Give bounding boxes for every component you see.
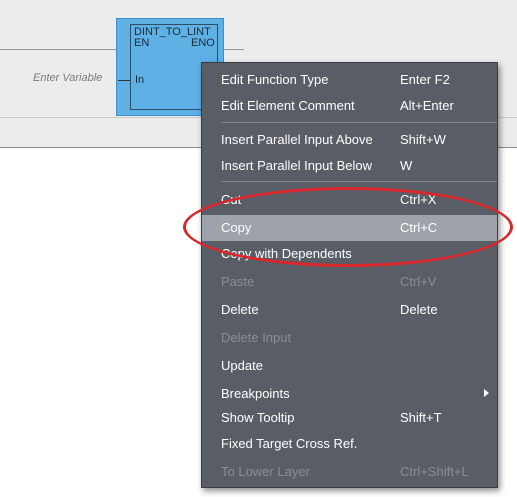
- menu-item-cut[interactable]: Cut Ctrl+X: [202, 187, 497, 213]
- menu-item-shortcut: Shift+T: [400, 410, 442, 425]
- menu-item-insert-parallel-input-above[interactable]: Insert Parallel Input Above Shift+W: [202, 127, 497, 153]
- menu-separator: [221, 181, 497, 182]
- menu-item-edit-element-comment[interactable]: Edit Element Comment Alt+Enter: [202, 93, 497, 119]
- menu-item-update[interactable]: Update: [202, 353, 497, 379]
- menu-item-label: Insert Parallel Input Below: [221, 158, 373, 173]
- menu-item-label: Copy with Dependents: [221, 246, 352, 261]
- menu-separator: [221, 122, 497, 123]
- menu-item-label: Copy: [221, 220, 252, 235]
- pin-in-label: In: [135, 74, 145, 86]
- menu-item-shortcut: Ctrl+V: [400, 274, 437, 289]
- menu-item-label: Edit Function Type: [221, 72, 329, 87]
- menu-item-shortcut: Ctrl+X: [400, 192, 437, 207]
- menu-item-show-tooltip[interactable]: Show Tooltip Shift+T: [202, 405, 497, 431]
- menu-item-label: Paste: [221, 274, 255, 289]
- menu-item-shortcut: Ctrl+Shift+L: [400, 464, 469, 479]
- menu-item-label: Insert Parallel Input Above: [221, 132, 373, 147]
- rung-line-eno: [224, 49, 244, 50]
- menu-item-label: Delete: [221, 302, 259, 317]
- menu-item-fixed-target-cross-ref[interactable]: Fixed Target Cross Ref.: [202, 431, 497, 457]
- menu-item-label: To Lower Layer: [221, 464, 310, 479]
- menu-item-shortcut: Delete: [400, 302, 438, 317]
- menu-item-shortcut: Ctrl+C: [400, 220, 438, 235]
- menu-item-label: Edit Element Comment: [221, 98, 355, 113]
- menu-item-label: Breakpoints: [221, 386, 290, 401]
- context-menu: Edit Function Type Enter F2 Edit Element C…: [201, 62, 498, 488]
- input-variable-field[interactable]: Enter Variable: [33, 72, 102, 84]
- menu-item-delete-input: Delete Input: [202, 325, 497, 351]
- menu-item-label: Show Tooltip: [221, 410, 295, 425]
- menu-item-delete[interactable]: Delete Delete: [202, 297, 497, 323]
- menu-item-shortcut: W: [400, 158, 413, 173]
- menu-item-insert-parallel-input-below[interactable]: Insert Parallel Input Below W: [202, 153, 497, 179]
- menu-item-shortcut: Alt+Enter: [400, 98, 454, 113]
- menu-item-copy[interactable]: Copy Ctrl+C: [202, 215, 497, 241]
- pin-en-label: EN: [134, 37, 150, 49]
- menu-item-label: Cut: [221, 192, 242, 207]
- menu-item-copy-with-dependents[interactable]: Copy with Dependents: [202, 241, 497, 267]
- menu-item-shortcut: Shift+W: [400, 132, 446, 147]
- menu-item-label: Delete Input: [221, 330, 292, 345]
- menu-item-to-lower-layer: To Lower Layer Ctrl+Shift+L: [202, 459, 497, 485]
- menu-item-breakpoints[interactable]: Breakpoints: [202, 381, 497, 407]
- menu-item-label: Update: [221, 358, 263, 373]
- menu-item-label: Fixed Target Cross Ref.: [221, 436, 358, 451]
- submenu-arrow-icon: [484, 389, 489, 397]
- menu-item-edit-function-type[interactable]: Edit Function Type Enter F2: [202, 67, 497, 93]
- rung-line-top: [0, 49, 116, 50]
- pin-eno-label: ENO: [191, 37, 215, 49]
- pin-in-connector: [118, 80, 130, 81]
- menu-item-paste: Paste Ctrl+V: [202, 269, 497, 295]
- menu-item-shortcut: Enter F2: [400, 72, 450, 87]
